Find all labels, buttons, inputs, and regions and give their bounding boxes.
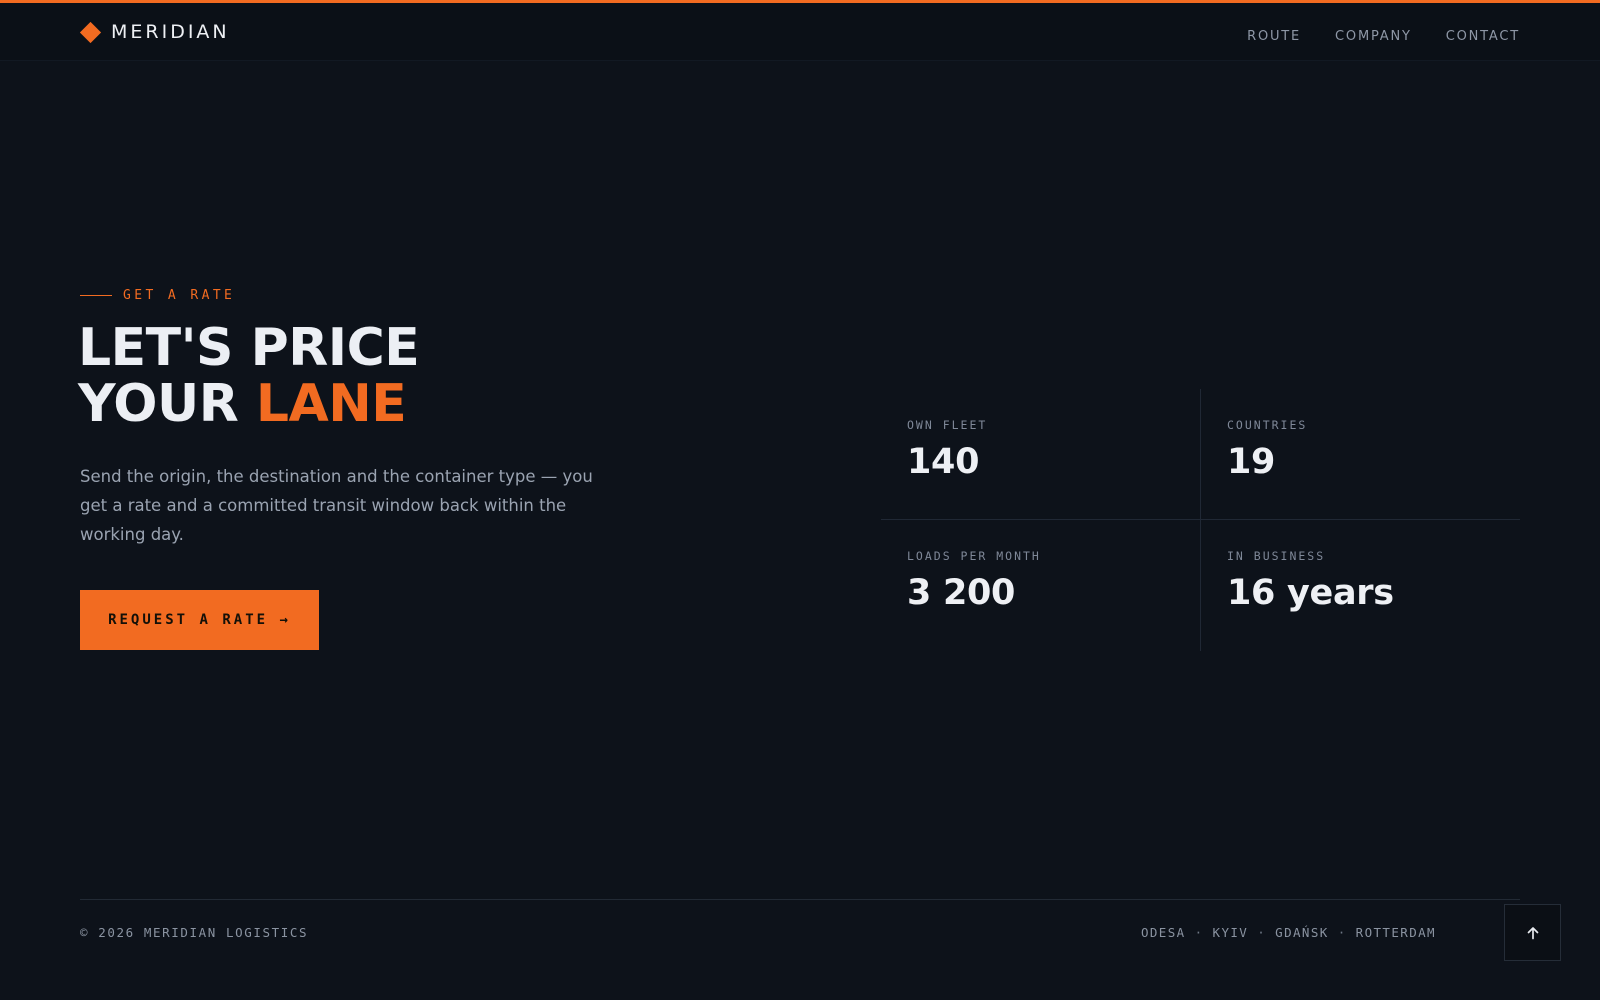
city-separator: · <box>1257 925 1267 940</box>
office-cities: ODESA · KYIV · GDAŃSK · ROTTERDAM <box>1141 925 1436 940</box>
stat-label: IN BUSINESS <box>1227 549 1326 563</box>
stat-label: LOADS PER MONTH <box>907 549 1041 563</box>
eyebrow: GET A RATE <box>80 288 235 303</box>
back-to-top-button[interactable] <box>1504 904 1561 961</box>
stat-loads-per-month: LOADS PER MONTH 3 200 <box>907 549 1207 613</box>
nav-link-company[interactable]: COMPANY <box>1335 29 1412 44</box>
eyebrow-line <box>80 295 112 296</box>
city-rotterdam: ROTTERDAM <box>1355 925 1436 940</box>
nav-link-route[interactable]: ROUTE <box>1247 29 1301 44</box>
stat-own-fleet: OWN FLEET 140 <box>907 418 1207 482</box>
footer-divider <box>80 899 1520 900</box>
stat-value: 19 <box>1227 442 1276 482</box>
stat-value: 140 <box>907 442 980 482</box>
hero-description: Send the origin, the destination and the… <box>80 467 593 544</box>
logo[interactable]: MERIDIAN <box>79 21 230 43</box>
main-nav: ROUTE COMPANY CONTACT <box>1247 29 1520 44</box>
city-separator: · <box>1194 925 1204 940</box>
eyebrow-text: GET A RATE <box>123 288 236 303</box>
copyright: © 2026 MERIDIAN LOGISTICS <box>80 925 309 940</box>
page-title: LET'S PRICE YOUR LANE <box>78 318 420 434</box>
request-rate-button[interactable]: REQUEST A RATE → <box>80 590 319 650</box>
stats-grid: OWN FLEET 140 COUNTRIES 19 LOADS PER MON… <box>881 389 1520 651</box>
stat-in-business: IN BUSINESS 16 years <box>1227 549 1527 613</box>
city-odesa: ODESA <box>1140 925 1186 940</box>
headline-line-1: LET'S PRICE <box>78 318 420 378</box>
page: MERIDIAN ROUTE COMPANY CONTACT GET A RAT… <box>0 0 1600 1000</box>
stat-label: COUNTRIES <box>1227 418 1308 432</box>
brand-name: MERIDIAN <box>111 21 230 43</box>
city-kyiv: KYIV <box>1212 925 1249 940</box>
arrow-up-icon <box>1527 926 1538 939</box>
stat-label: OWN FLEET <box>907 418 988 432</box>
stats-divider-horizontal <box>881 519 1520 520</box>
nav-link-contact[interactable]: CONTACT <box>1446 29 1520 44</box>
stat-countries: COUNTRIES 19 <box>1227 418 1527 482</box>
headline-line-2-plain: YOUR <box>78 374 256 434</box>
stat-value: 3 200 <box>907 573 1016 613</box>
city-separator: · <box>1337 925 1347 940</box>
diamond-icon <box>79 21 102 43</box>
site-header: MERIDIAN ROUTE COMPANY CONTACT <box>0 3 1600 61</box>
stat-value: 16 years <box>1227 573 1394 613</box>
city-gdansk: GDAŃSK <box>1275 925 1329 940</box>
headline-line-2-accent: LANE <box>255 374 407 434</box>
